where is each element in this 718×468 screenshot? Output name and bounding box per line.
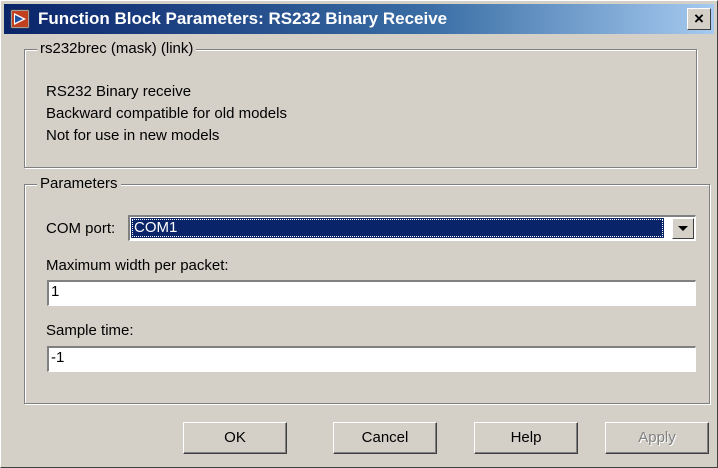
ok-button[interactable]: OK (183, 422, 287, 454)
cancel-button[interactable]: Cancel (333, 422, 437, 454)
dropdown-arrow-icon[interactable] (672, 218, 694, 239)
com-port-dropdown[interactable]: COM1 (128, 215, 696, 241)
simulink-block-icon (10, 9, 30, 29)
description-line: Not for use in new models (46, 127, 220, 144)
parameters-group: Parameters COM port: COM1 Maximum width … (24, 175, 710, 404)
max-width-input[interactable]: 1 (47, 280, 696, 306)
title-bar[interactable]: Function Block Parameters: RS232 Binary … (4, 4, 714, 34)
description-group: rs232brec (mask) (link) RS232 Binary rec… (24, 40, 697, 168)
function-block-parameters-dialog: Function Block Parameters: RS232 Binary … (0, 0, 718, 468)
close-button[interactable]: × (687, 8, 711, 30)
description-line: Backward compatible for old models (46, 105, 287, 122)
description-group-label: rs232brec (mask) (link) (37, 40, 197, 58)
sample-time-label: Sample time: (46, 322, 134, 339)
apply-button[interactable]: Apply (605, 422, 709, 454)
help-button[interactable]: Help (474, 422, 578, 454)
sample-time-input[interactable]: -1 (47, 346, 696, 372)
description-line: RS232 Binary receive (46, 83, 192, 100)
window-title: Function Block Parameters: RS232 Binary … (38, 9, 448, 28)
close-icon: × (694, 9, 704, 28)
com-port-selected-value: COM1 (131, 218, 664, 238)
com-port-label: COM port: (46, 220, 116, 237)
parameters-group-label: Parameters (37, 175, 121, 193)
max-width-label: Maximum width per packet: (46, 257, 229, 274)
